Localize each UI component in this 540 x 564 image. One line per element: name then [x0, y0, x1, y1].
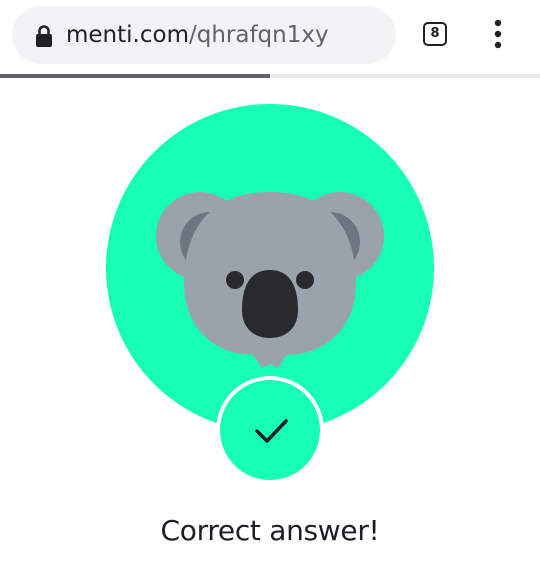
address-bar[interactable]: menti.com/qhrafqn1xy — [12, 6, 396, 64]
result-message: Correct answer! — [160, 514, 380, 547]
url-text[interactable]: menti.com/qhrafqn1xy — [66, 21, 329, 49]
lock-icon[interactable] — [34, 24, 54, 48]
correct-check-badge — [216, 376, 324, 484]
url-path: /qhrafqn1xy — [188, 22, 329, 48]
checkmark-icon — [255, 419, 288, 443]
more-vert-icon[interactable] — [488, 18, 508, 50]
url-domain: menti.com — [66, 22, 189, 48]
browser-toolbar: menti.com/qhrafqn1xy 8 — [0, 0, 540, 76]
result-screen: Correct answer! — [0, 78, 540, 564]
tab-count: 8 — [430, 26, 440, 41]
tab-switcher-button[interactable]: 8 — [423, 22, 447, 46]
